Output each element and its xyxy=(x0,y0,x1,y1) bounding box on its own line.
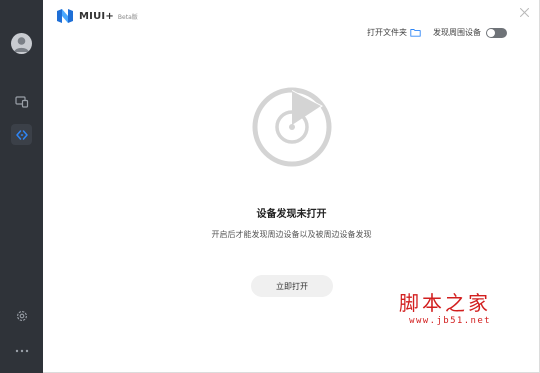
sidebar-item-devices[interactable] xyxy=(11,91,32,112)
folder-icon[interactable] xyxy=(410,28,421,37)
sidebar-item-nearby-share[interactable] xyxy=(11,124,32,145)
avatar-icon xyxy=(14,37,29,52)
discover-devices-toggle[interactable] xyxy=(486,27,507,38)
open-folder-label[interactable]: 打开文件夹 xyxy=(367,27,407,38)
more-icon xyxy=(15,349,28,352)
disc-illustration-icon xyxy=(252,87,332,167)
close-icon[interactable] xyxy=(519,7,530,18)
sidebar xyxy=(0,0,43,373)
main-panel: MIUI+ Beta版 打开文件夹 发现周围设备 设备发现未打开 开启后才能发现… xyxy=(43,0,540,373)
watermark-url: www.jb51.net xyxy=(409,316,491,326)
more-button[interactable] xyxy=(11,340,32,361)
toggle-knob xyxy=(487,28,495,37)
app-brand: MIUI+ Beta版 xyxy=(56,8,138,24)
beta-badge: Beta版 xyxy=(117,13,138,21)
avatar[interactable] xyxy=(11,33,32,54)
settings-icon xyxy=(16,310,27,321)
settings-button[interactable] xyxy=(11,305,32,326)
nearby-share-icon xyxy=(15,129,28,140)
header-actions: 打开文件夹 发现周围设备 xyxy=(367,27,507,38)
discover-devices-label: 发现周围设备 xyxy=(433,28,481,37)
miui-logo-icon xyxy=(57,9,73,23)
open-now-button[interactable]: 立即打开 xyxy=(251,275,333,297)
devices-icon xyxy=(14,95,28,108)
watermark: 脚本之家 www.jb51.net xyxy=(399,292,491,326)
app-title: MIUI+ xyxy=(79,10,114,22)
watermark-text: 脚本之家 xyxy=(399,291,491,315)
status-description: 开启后才能发现周边设备以及被周边设备发现 xyxy=(211,230,372,239)
status-title: 设备发现未打开 xyxy=(256,209,327,220)
